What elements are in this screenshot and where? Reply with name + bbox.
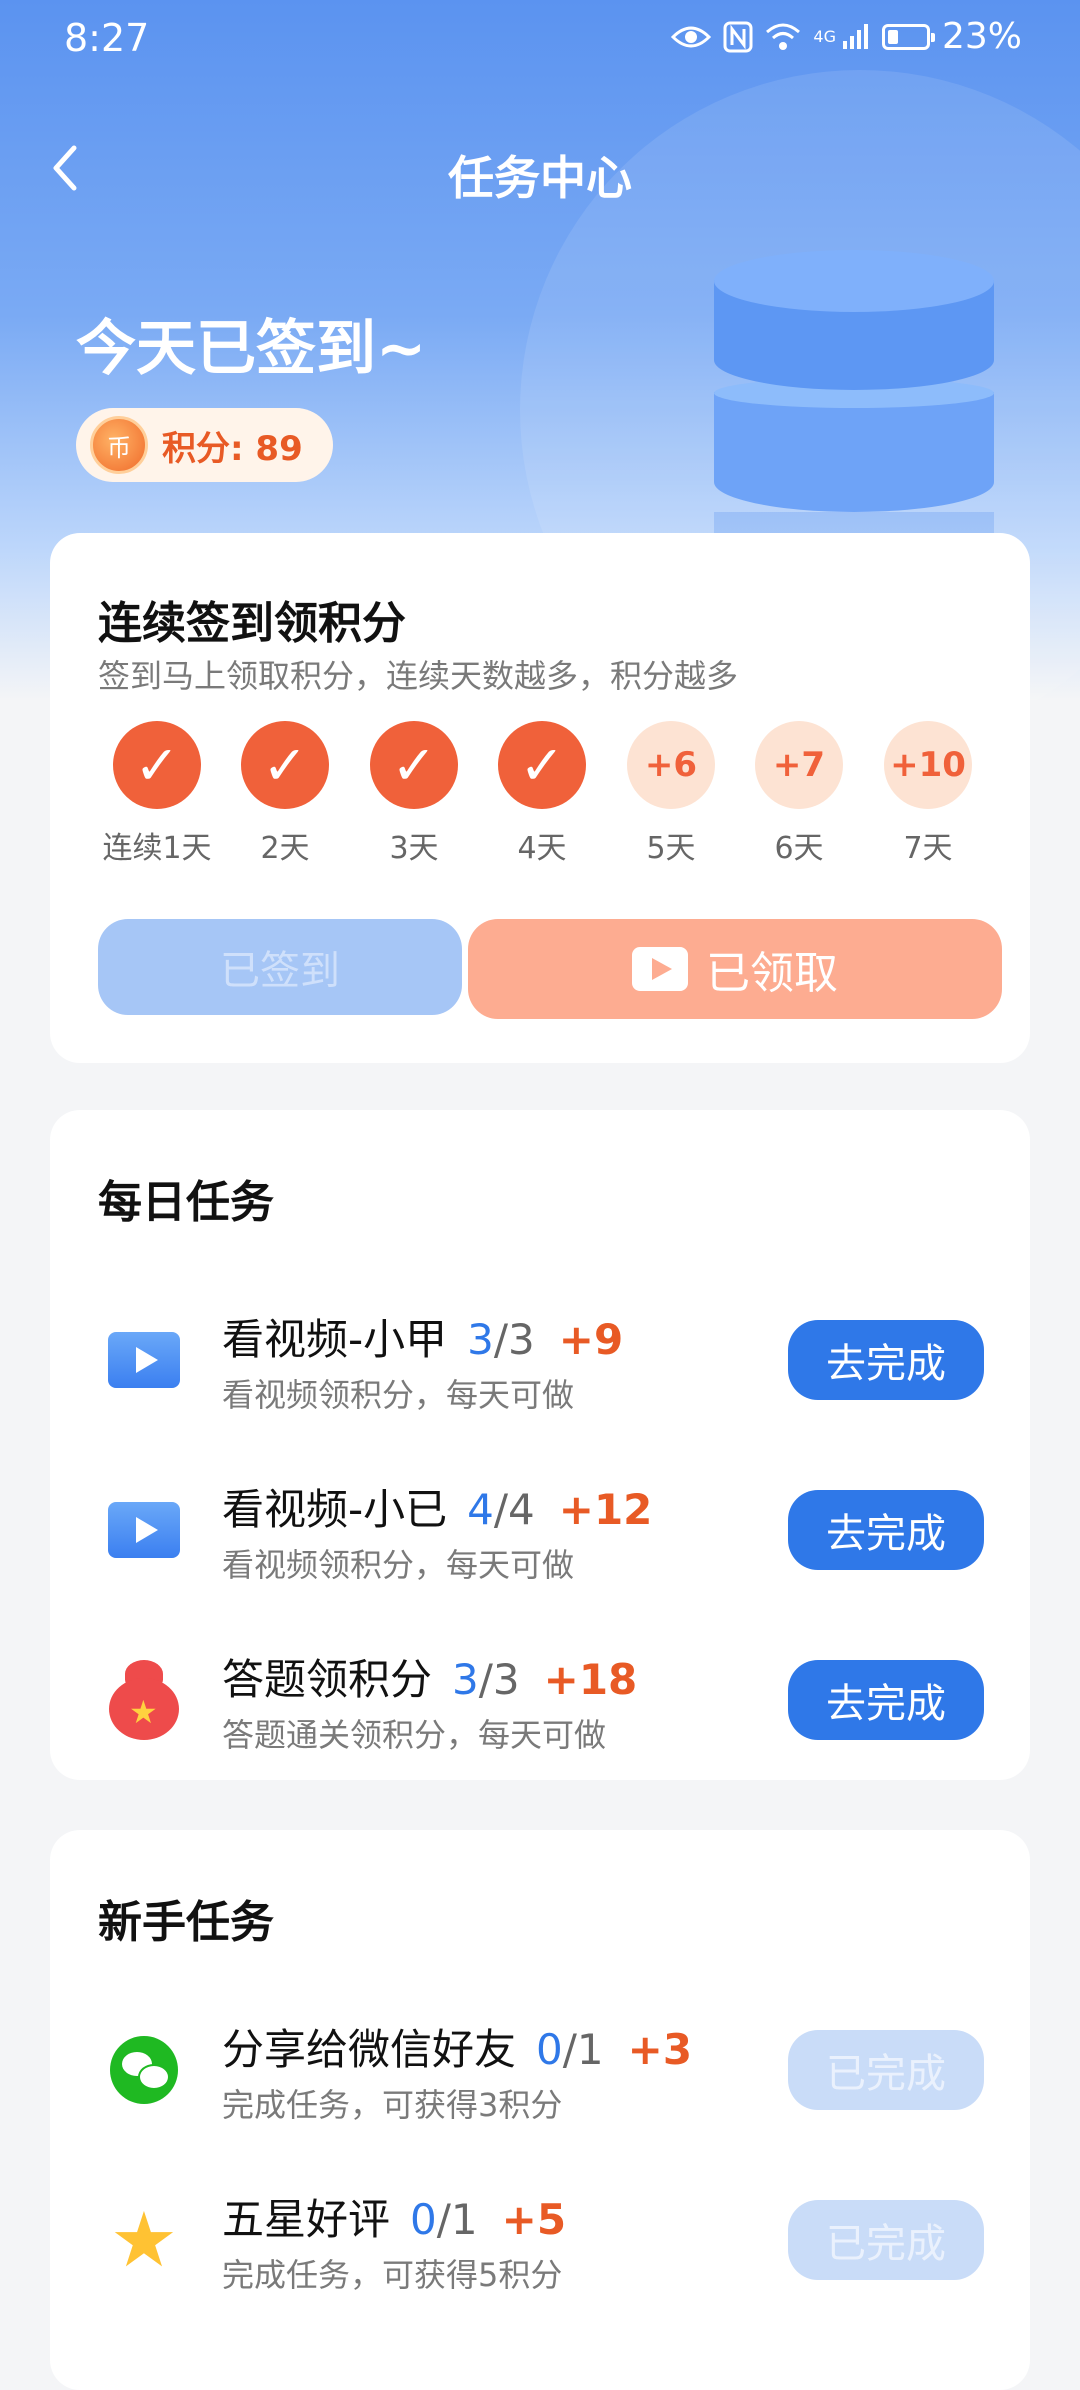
task-bonus: +3	[627, 2025, 693, 2074]
completed-button[interactable]: 已完成	[788, 2200, 984, 2280]
status-bar: 8:27 4G 23%	[0, 0, 1080, 80]
battery-percent: 23%	[941, 16, 1022, 57]
network-type: 4G	[813, 27, 836, 46]
check-icon: ✓	[113, 721, 201, 809]
checkin-day-4: ✓ 4天	[477, 721, 607, 867]
task-progress: 0/1	[536, 2025, 604, 2074]
page-title: 任务中心	[448, 151, 632, 205]
wechat-icon	[110, 2036, 178, 2104]
task-row: 看视频-小甲 3/3 +9 看视频领积分，每天可做 去完成	[50, 1300, 1030, 1420]
claimed-button[interactable]: 已领取	[468, 919, 1002, 1019]
nfc-icon	[723, 21, 753, 52]
task-bonus: +9	[558, 1315, 624, 1364]
checkin-subtitle: 签到马上领取积分，连续天数越多，积分越多	[98, 657, 739, 695]
task-row: ★ 答题领积分 3/3 +18 答题通关领积分，每天可做 去完成	[50, 1640, 1030, 1760]
completed-button[interactable]: 已完成	[788, 2030, 984, 2110]
signed-today-text: 今天已签到~	[76, 314, 427, 384]
checkin-day-3: ✓ 3天	[349, 721, 479, 867]
checkin-day-2: ✓ 2天	[220, 721, 350, 867]
play-icon	[632, 947, 688, 991]
bonus-bubble: +10	[884, 721, 972, 809]
bonus-bubble: +7	[755, 721, 843, 809]
checkin-title: 连续签到领积分	[98, 598, 406, 649]
star-icon: ★	[109, 2195, 179, 2284]
newbie-tasks-title: 新手任务	[98, 1897, 274, 1948]
checkin-day-1: ✓ 连续1天	[92, 721, 222, 867]
task-desc: 完成任务，可获得3积分	[222, 2086, 563, 2124]
signed-button[interactable]: 已签到	[98, 919, 462, 1015]
task-name: 分享给微信好友	[222, 2025, 517, 2074]
check-icon: ✓	[498, 721, 586, 809]
status-time: 8:27	[64, 16, 150, 60]
checkin-day-5: +6 5天	[606, 721, 736, 867]
task-desc: 完成任务，可获得5积分	[222, 2256, 563, 2294]
checkin-days: ✓ 连续1天 ✓ 2天 ✓ 3天 ✓ 4天 +6 5天 +7 6天 +10 7天	[98, 721, 998, 866]
task-bonus: +18	[543, 1655, 638, 1704]
day-label: 7天	[903, 831, 953, 866]
eye-icon	[671, 26, 712, 47]
nav-bar: 任务中心	[0, 130, 1080, 220]
wifi-icon	[766, 23, 801, 50]
task-bonus: +12	[558, 1485, 653, 1534]
task-row: ★ 五星好评 0/1 +5 完成任务，可获得5积分 已完成	[50, 2180, 1030, 2300]
claimed-label: 已领取	[706, 948, 838, 999]
points-label: 积分: 89	[162, 428, 303, 469]
day-label: 5天	[646, 831, 696, 866]
task-desc: 答题通关领积分，每天可做	[222, 1716, 607, 1754]
check-icon: ✓	[241, 721, 329, 809]
video-icon	[108, 1332, 180, 1388]
day-label: 3天	[389, 831, 439, 866]
bonus-bubble: +6	[627, 721, 715, 809]
task-name: 看视频-小甲	[222, 1315, 448, 1364]
daily-tasks-card: 每日任务 看视频-小甲 3/3 +9 看视频领积分，每天可做 去完成 看视频-小已 4…	[50, 1110, 1030, 1780]
task-progress: 3/3	[452, 1655, 520, 1704]
daily-tasks-title: 每日任务	[98, 1177, 274, 1228]
points-badge[interactable]: 币 积分: 89	[76, 408, 333, 482]
task-desc: 看视频领积分，每天可做	[222, 1376, 575, 1414]
task-row: 分享给微信好友 0/1 +3 完成任务，可获得3积分 已完成	[50, 2010, 1030, 2130]
battery-icon	[881, 23, 935, 50]
go-complete-button[interactable]: 去完成	[788, 1320, 984, 1400]
task-progress: 4/4	[467, 1485, 535, 1534]
task-desc: 看视频领积分，每天可做	[222, 1546, 575, 1584]
signal-icon	[842, 23, 868, 49]
day-label: 2天	[260, 831, 310, 866]
day-label: 4天	[517, 831, 567, 866]
coin-icon: 币	[90, 416, 148, 474]
task-name: 答题领积分	[222, 1655, 433, 1704]
status-icons: 4G 23%	[671, 16, 1022, 57]
checkin-card: 连续签到领积分 签到马上领取积分，连续天数越多，积分越多 ✓ 连续1天 ✓ 2天 ✓…	[50, 533, 1030, 1063]
task-bonus: +5	[501, 2195, 567, 2244]
day-label: 6天	[774, 831, 824, 866]
go-complete-button[interactable]: 去完成	[788, 1490, 984, 1570]
checkin-day-6: +7 6天	[734, 721, 864, 867]
task-name: 五星好评	[222, 2195, 391, 2244]
task-progress: 3/3	[467, 1315, 535, 1364]
task-progress: 0/1	[410, 2195, 478, 2244]
day-label: 连续1天	[102, 831, 212, 866]
video-icon	[108, 1502, 180, 1558]
checkin-day-7: +10 7天	[863, 721, 993, 867]
task-row: 看视频-小已 4/4 +12 看视频领积分，每天可做 去完成	[50, 1470, 1030, 1590]
red-bag-icon: ★	[107, 1660, 181, 1740]
newbie-tasks-card: 新手任务 分享给微信好友 0/1 +3 完成任务，可获得3积分 已完成 ★ 五星好评…	[50, 1830, 1030, 2390]
check-icon: ✓	[370, 721, 458, 809]
task-name: 看视频-小已	[222, 1485, 448, 1534]
go-complete-button[interactable]: 去完成	[788, 1660, 984, 1740]
